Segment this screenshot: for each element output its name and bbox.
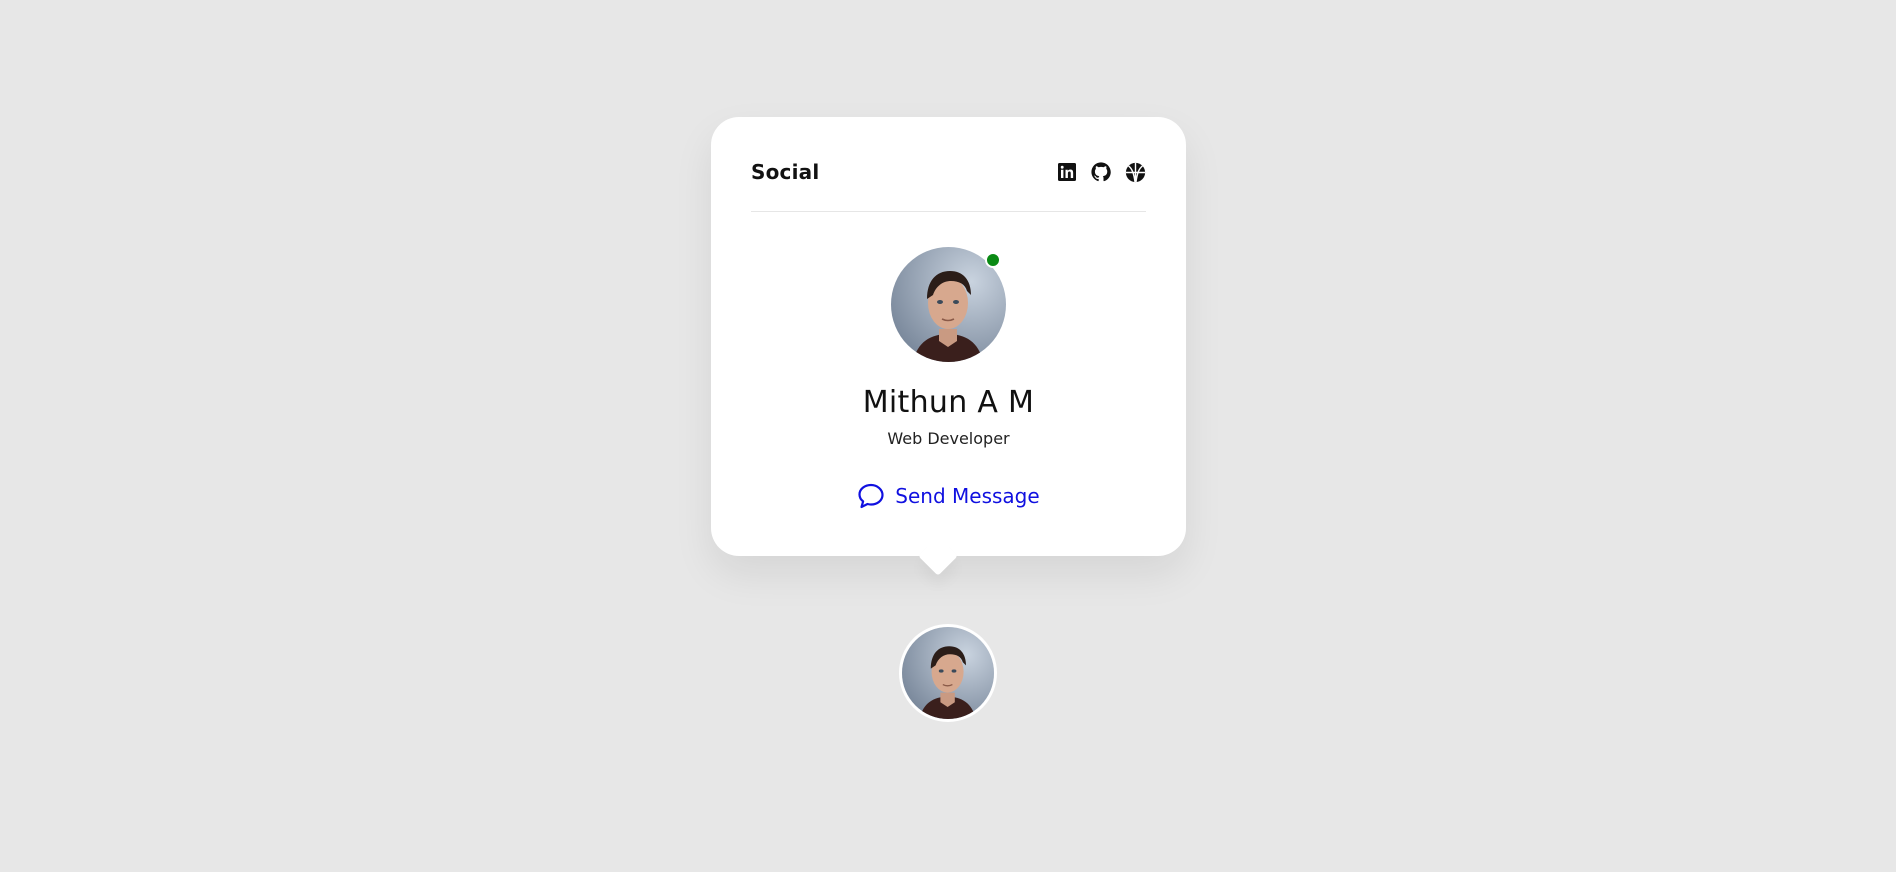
dribbble-icon[interactable]	[1124, 161, 1146, 183]
profile-trigger-avatar[interactable]	[899, 624, 997, 722]
header-divider	[751, 211, 1146, 212]
card-header: Social	[751, 155, 1146, 189]
send-message-button[interactable]: Send Message	[711, 483, 1186, 509]
profile-role: Web Developer	[887, 429, 1010, 448]
online-status-indicator	[985, 252, 1001, 268]
card-title: Social	[751, 160, 820, 184]
send-message-label: Send Message	[895, 484, 1040, 508]
profile-avatar-wrapper	[891, 247, 1006, 362]
chat-bubble-icon	[858, 483, 884, 509]
github-icon[interactable]	[1090, 161, 1112, 183]
linkedin-icon[interactable]	[1056, 161, 1078, 183]
profile-card: Social Mithun A M Web Developer Send Mes…	[711, 117, 1186, 556]
social-links	[1056, 161, 1146, 183]
profile-name: Mithun A M	[862, 385, 1035, 420]
